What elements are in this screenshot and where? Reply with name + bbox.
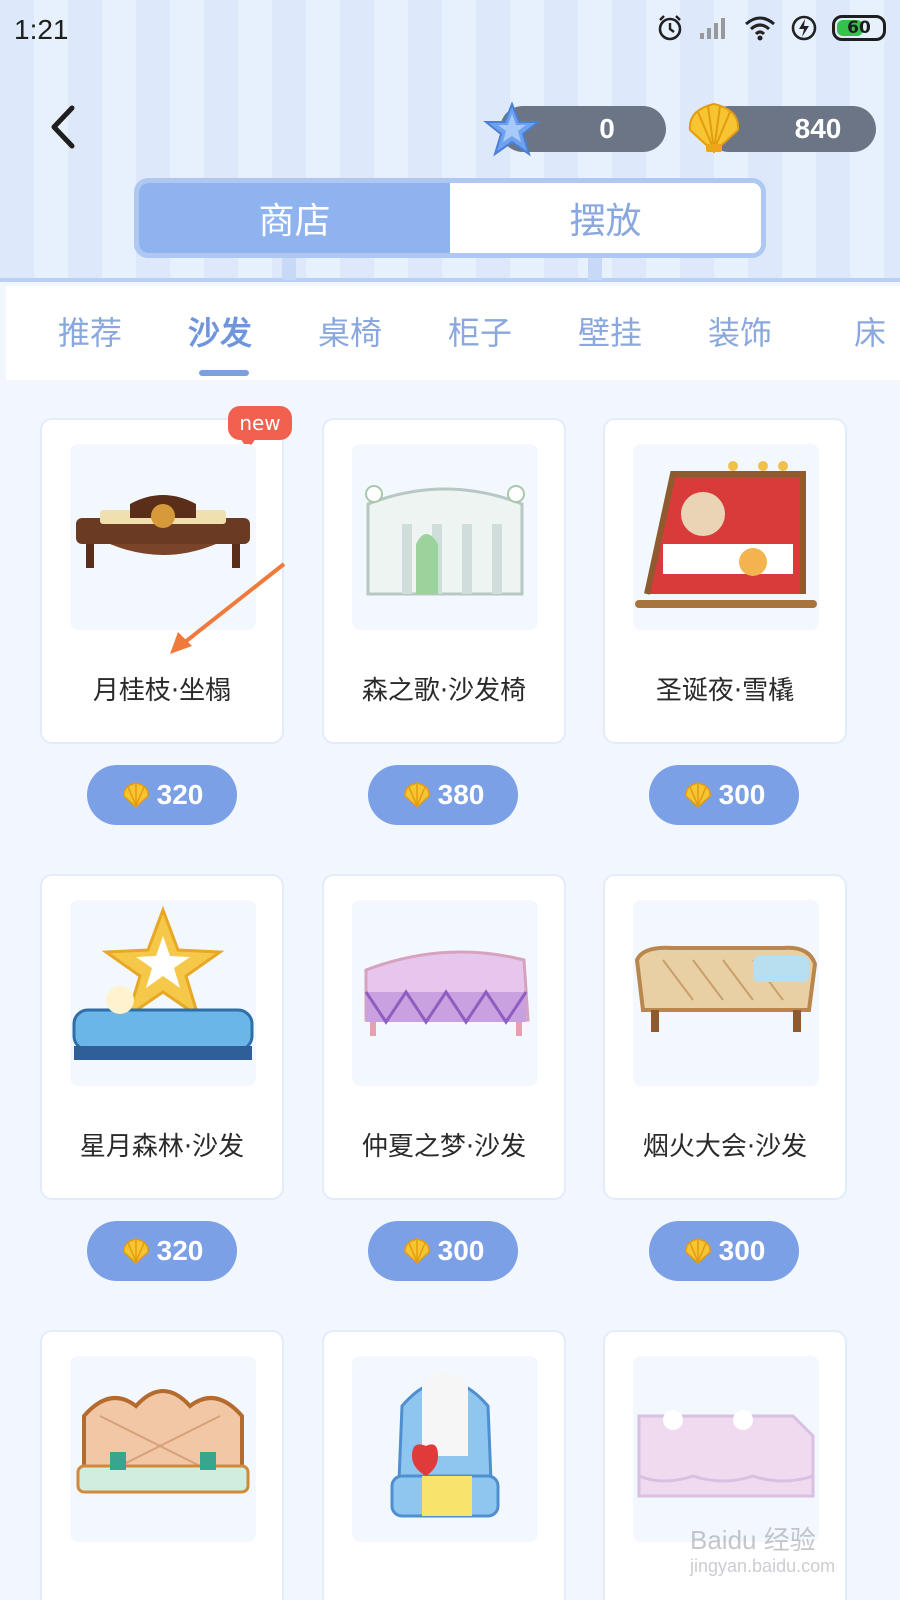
price-button[interactable]: 300 xyxy=(649,765,799,825)
shell-icon xyxy=(122,1238,149,1265)
category-tabs: 推荐 沙发 桌椅 柜子 壁挂 装饰 床 xyxy=(6,286,900,380)
shell-icon xyxy=(403,782,430,809)
price-button[interactable]: 300 xyxy=(368,1221,518,1281)
tab-shop[interactable]: 商店 xyxy=(139,183,450,253)
watermark-logo: Baidu 经验 xyxy=(690,1525,816,1555)
tab-bed[interactable]: 床 xyxy=(854,308,886,354)
pink-bed-icon xyxy=(633,1356,819,1542)
product-card[interactable]: new 月桂枝·坐榻 xyxy=(40,406,292,744)
star-count: 0 xyxy=(599,113,615,144)
star-balance: 0 xyxy=(483,101,666,157)
product-card[interactable]: 星月森林·沙发 xyxy=(40,874,284,1200)
product-name: 森之歌·沙发椅 xyxy=(361,676,527,706)
status-time: 1:21 xyxy=(14,14,69,45)
product-card[interactable]: 烟火大会·沙发 xyxy=(603,874,847,1200)
orange-arrow-icon xyxy=(170,562,286,654)
price-value: 320 xyxy=(156,1235,204,1266)
price-button[interactable]: 300 xyxy=(649,1221,799,1281)
product-card[interactable]: 圣诞夜·雪橇 xyxy=(603,418,847,744)
tab-decoration[interactable]: 装饰 xyxy=(708,308,772,354)
armchair-icon xyxy=(352,1356,538,1542)
product-card[interactable] xyxy=(322,1330,566,1600)
price-button[interactable]: 320 xyxy=(87,765,237,825)
tab-recommended[interactable]: 推荐 xyxy=(58,308,122,354)
price-button[interactable]: 380 xyxy=(368,765,518,825)
status-icons: 60 xyxy=(656,14,886,42)
shell-icon xyxy=(684,1238,711,1265)
product-card[interactable]: 森之歌·沙发椅 xyxy=(322,418,566,744)
ornate-sofa-icon xyxy=(70,1356,256,1542)
active-tab-indicator xyxy=(199,370,249,376)
product-name: 烟火大会·沙发 xyxy=(642,1132,808,1162)
sleigh-icon xyxy=(633,444,819,630)
wifi-icon xyxy=(745,16,775,41)
shell-icon xyxy=(688,102,740,154)
header: 1:21 60 0 840 商店 摆放 xyxy=(0,0,900,282)
back-button[interactable] xyxy=(44,102,84,152)
tab-cabinet[interactable]: 柜子 xyxy=(448,308,512,354)
alarm-icon xyxy=(658,15,682,41)
shell-icon xyxy=(684,782,711,809)
tab-table-chair[interactable]: 桌椅 xyxy=(318,308,382,354)
white-bench-icon xyxy=(352,444,538,630)
price-value: 300 xyxy=(718,1235,766,1266)
shell-icon xyxy=(403,1238,430,1265)
battery-icon: 60 xyxy=(832,15,886,41)
price-value: 300 xyxy=(437,1235,485,1266)
switch-peg-right xyxy=(588,258,602,280)
battery-level: 60 xyxy=(847,18,871,38)
star-sofa-icon xyxy=(70,900,256,1086)
product-name: 仲夏之梦·沙发 xyxy=(361,1132,527,1162)
shell-icon xyxy=(122,782,149,809)
shell-balance: 840 xyxy=(688,102,876,154)
product-name: 星月森林·沙发 xyxy=(79,1132,245,1162)
watermark-url: jingyan.baidu.com xyxy=(690,1556,836,1576)
product-name: 圣诞夜·雪橇 xyxy=(655,676,795,706)
shop-arrange-switch: 商店 摆放 xyxy=(134,178,766,258)
product-card[interactable] xyxy=(40,1330,284,1600)
status-bar: 1:21 60 xyxy=(0,0,900,60)
charging-icon xyxy=(791,15,817,41)
rattan-sofa-icon xyxy=(633,900,819,1086)
tab-arrange[interactable]: 摆放 xyxy=(450,183,761,253)
shell-count: 840 xyxy=(794,113,842,144)
pink-sofa-icon xyxy=(352,900,538,1086)
price-value: 320 xyxy=(156,779,204,810)
tab-sofa[interactable]: 沙发 xyxy=(188,308,252,354)
signal-icon xyxy=(700,18,725,39)
price-value: 380 xyxy=(437,779,485,810)
tab-wall[interactable]: 壁挂 xyxy=(578,308,642,354)
product-card[interactable]: 仲夏之梦·沙发 xyxy=(322,874,566,1200)
starfish-icon xyxy=(483,101,541,157)
new-badge: new xyxy=(228,406,292,450)
chevron-left-icon xyxy=(51,105,75,149)
switch-peg-left xyxy=(282,258,296,280)
price-value: 300 xyxy=(718,779,766,810)
price-button[interactable]: 320 xyxy=(87,1221,237,1281)
product-name: 月桂枝·坐榻 xyxy=(92,676,232,706)
